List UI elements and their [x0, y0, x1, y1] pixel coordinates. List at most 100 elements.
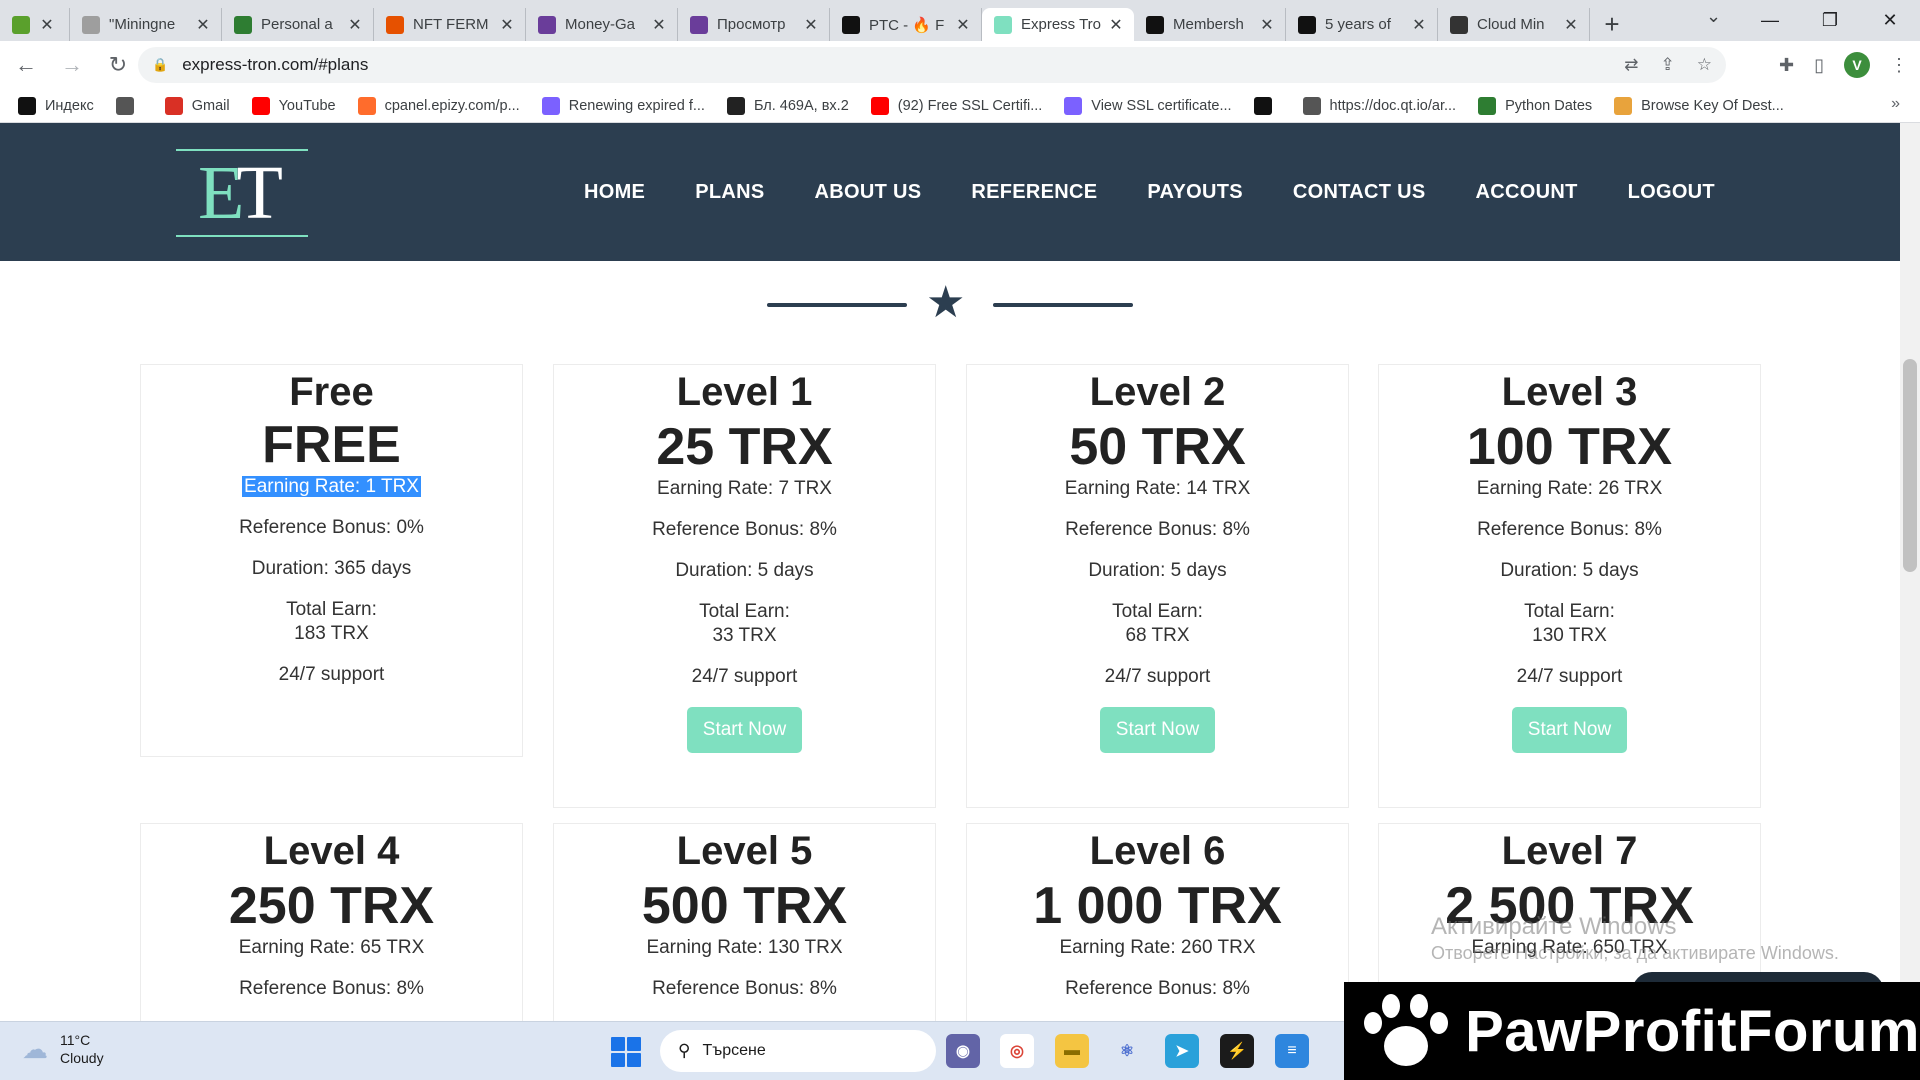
tab-title: Personal a [261, 16, 333, 33]
bookmark-item[interactable] [1253, 96, 1281, 115]
close-tab-icon[interactable]: ✕ [955, 15, 971, 35]
back-icon[interactable]: ← [6, 45, 46, 85]
bookmark-item[interactable]: Python Dates [1478, 96, 1592, 115]
forward-icon[interactable]: → [52, 45, 92, 85]
profile-avatar[interactable]: V [1844, 52, 1870, 78]
plan-price: FREE [262, 416, 401, 474]
notepad-icon[interactable]: ≡ [1275, 1034, 1309, 1068]
plan-earning-rate: Earning Rate: 65 TRX [238, 937, 425, 958]
plan-earning-rate: Earning Rate: 260 TRX [1059, 937, 1256, 958]
bookmark-item[interactable]: Browse Key Of Dest... [1614, 96, 1784, 115]
site-logo[interactable]: ET [176, 149, 308, 237]
share-icon[interactable]: ⇪ [1661, 55, 1675, 75]
bookmarks-overflow-icon[interactable]: » [1891, 95, 1900, 113]
bookmark-item[interactable]: Renewing expired f... [541, 96, 705, 115]
close-tab-icon[interactable]: ✕ [195, 15, 211, 35]
window-controls: — ❐ ✕ [1740, 0, 1920, 41]
bookmark-item[interactable]: View SSL certificate... [1064, 96, 1232, 115]
page-scrollbar[interactable] [1900, 123, 1920, 1021]
browser-toolbar: ← → ↻ 🔒 express-tron.com/#plans ⇄ ⇪ ☆ ✚ … [0, 41, 1920, 89]
page-viewport: ET HOME PLANS ABOUT US REFERENCE PAYOUTS… [0, 123, 1920, 1021]
plan-card-level-6: Level 6 1 000 TRX Earning Rate: 260 TRX … [966, 823, 1349, 1021]
restore-icon[interactable]: ❐ [1800, 0, 1860, 41]
close-tab-icon[interactable]: ✕ [1108, 15, 1124, 35]
start-tile [611, 1053, 625, 1067]
windows-start-icon[interactable] [611, 1037, 641, 1067]
close-window-icon[interactable]: ✕ [1860, 0, 1920, 41]
weather-condition: Cloudy [60, 1050, 104, 1066]
nav-payouts[interactable]: PAYOUTS [1147, 181, 1242, 204]
minimize-icon[interactable]: — [1740, 0, 1800, 41]
site-header: ET HOME PLANS ABOUT US REFERENCE PAYOUTS… [0, 123, 1900, 261]
weather-widget[interactable]: ☁ 11°C Cloudy [22, 1031, 104, 1067]
browser-tab[interactable]: Express Tro ✕ [982, 8, 1134, 41]
bookmark-item[interactable]: Gmail [164, 96, 230, 115]
wallet-icon [234, 15, 252, 34]
atom-app-icon[interactable]: ⚛ [1110, 1034, 1144, 1068]
close-tab-icon[interactable]: ✕ [1411, 15, 1427, 35]
lock-icon[interactable]: 🔒 [152, 57, 168, 73]
url-text[interactable]: express-tron.com/#plans [182, 55, 368, 75]
browser-tab[interactable]: ✕ [0, 8, 70, 41]
bookmark-item[interactable]: cpanel.epizy.com/p... [357, 96, 520, 115]
plan-duration: Duration: 5 days [1088, 560, 1227, 581]
close-tab-icon[interactable]: ✕ [803, 15, 819, 35]
nav-about-us[interactable]: ABOUT US [815, 181, 922, 204]
bookmark-item[interactable]: (92) Free SSL Certifi... [870, 96, 1043, 115]
nav-reference[interactable]: REFERENCE [971, 181, 1097, 204]
translate-icon[interactable]: ⇄ [1624, 55, 1638, 75]
teams-icon[interactable]: ◉ [946, 1034, 980, 1068]
nav-home[interactable]: HOME [584, 181, 645, 204]
bookmark-item[interactable]: Индекс [18, 96, 94, 115]
close-tab-icon[interactable]: ✕ [347, 15, 363, 35]
browser-tab[interactable]: Просмотр ✕ [678, 8, 830, 41]
browser-tab[interactable]: PTC - 🔥 F ✕ [830, 8, 982, 41]
plan-name: Level 4 [263, 829, 400, 873]
new-tab-button[interactable]: + [1590, 8, 1634, 41]
file-explorer-icon[interactable]: ▬ [1055, 1034, 1089, 1068]
browser-tab[interactable]: 5 years of ✕ [1286, 8, 1438, 41]
close-tab-icon[interactable]: ✕ [39, 15, 55, 35]
browser-tab[interactable]: Cloud Min ✕ [1438, 8, 1590, 41]
browser-tab[interactable]: Money-Ga ✕ [526, 8, 678, 41]
plan-total-value: 183 TRX [294, 623, 369, 644]
nav-logout[interactable]: LOGOUT [1628, 181, 1715, 204]
plan-price: 50 TRX [1069, 418, 1246, 476]
start-now-button[interactable]: Start Now [1099, 707, 1216, 753]
start-now-button[interactable]: Start Now [1511, 707, 1628, 753]
plan-reference-bonus: Reference Bonus: 8% [1065, 519, 1250, 540]
start-now-button[interactable]: Start Now [686, 707, 803, 753]
bookmark-star-icon[interactable]: ☆ [1697, 55, 1712, 75]
menu-kebab-icon[interactable]: ⋮ [1890, 55, 1908, 76]
bookmark-item[interactable] [115, 96, 143, 115]
address-bar[interactable]: 🔒 express-tron.com/#plans ⇄ ⇪ ☆ [138, 47, 1726, 83]
bookmark-item[interactable]: https://doc.qt.io/ar... [1302, 96, 1456, 115]
browser-tab[interactable]: "Miningne ✕ [70, 8, 222, 41]
app-icon[interactable]: ⚡ [1220, 1034, 1254, 1068]
close-tab-icon[interactable]: ✕ [1563, 15, 1579, 35]
side-panel-icon[interactable]: ▯ [1814, 55, 1824, 76]
tab-title: Cloud Min [1477, 16, 1545, 33]
chrome-icon[interactable]: ◎ [1000, 1034, 1034, 1068]
nav-plans[interactable]: PLANS [695, 181, 764, 204]
browser-tab[interactable]: Personal a ✕ [222, 8, 374, 41]
nav-contact-us[interactable]: CONTACT US [1293, 181, 1426, 204]
reload-icon[interactable]: ↻ [98, 45, 138, 85]
plan-total-label: Total Earn: [699, 601, 790, 622]
taskbar-search[interactable]: ⚲ Търсене [660, 1030, 936, 1072]
plan-reference-bonus: Reference Bonus: 8% [1477, 519, 1662, 540]
tab-search-chevron-icon[interactable]: ⌄ [1706, 6, 1721, 27]
extensions-icon[interactable]: ✚ [1779, 55, 1794, 76]
nav-account[interactable]: ACCOUNT [1476, 181, 1578, 204]
close-tab-icon[interactable]: ✕ [1259, 15, 1275, 35]
bookmark-item[interactable]: YouTube [251, 96, 336, 115]
globe-icon [115, 96, 134, 115]
telegram-icon[interactable]: ➤ [1165, 1034, 1199, 1068]
close-tab-icon[interactable]: ✕ [651, 15, 667, 35]
bookmark-label: (92) Free SSL Certifi... [897, 97, 1043, 114]
close-tab-icon[interactable]: ✕ [499, 15, 515, 35]
browser-tab[interactable]: NFT FERM ✕ [374, 8, 526, 41]
browser-tab[interactable]: Membersh ✕ [1134, 8, 1286, 41]
bookmark-item[interactable]: Бл. 469А, вх.2 [726, 96, 849, 115]
scrollbar-thumb[interactable] [1903, 359, 1917, 572]
